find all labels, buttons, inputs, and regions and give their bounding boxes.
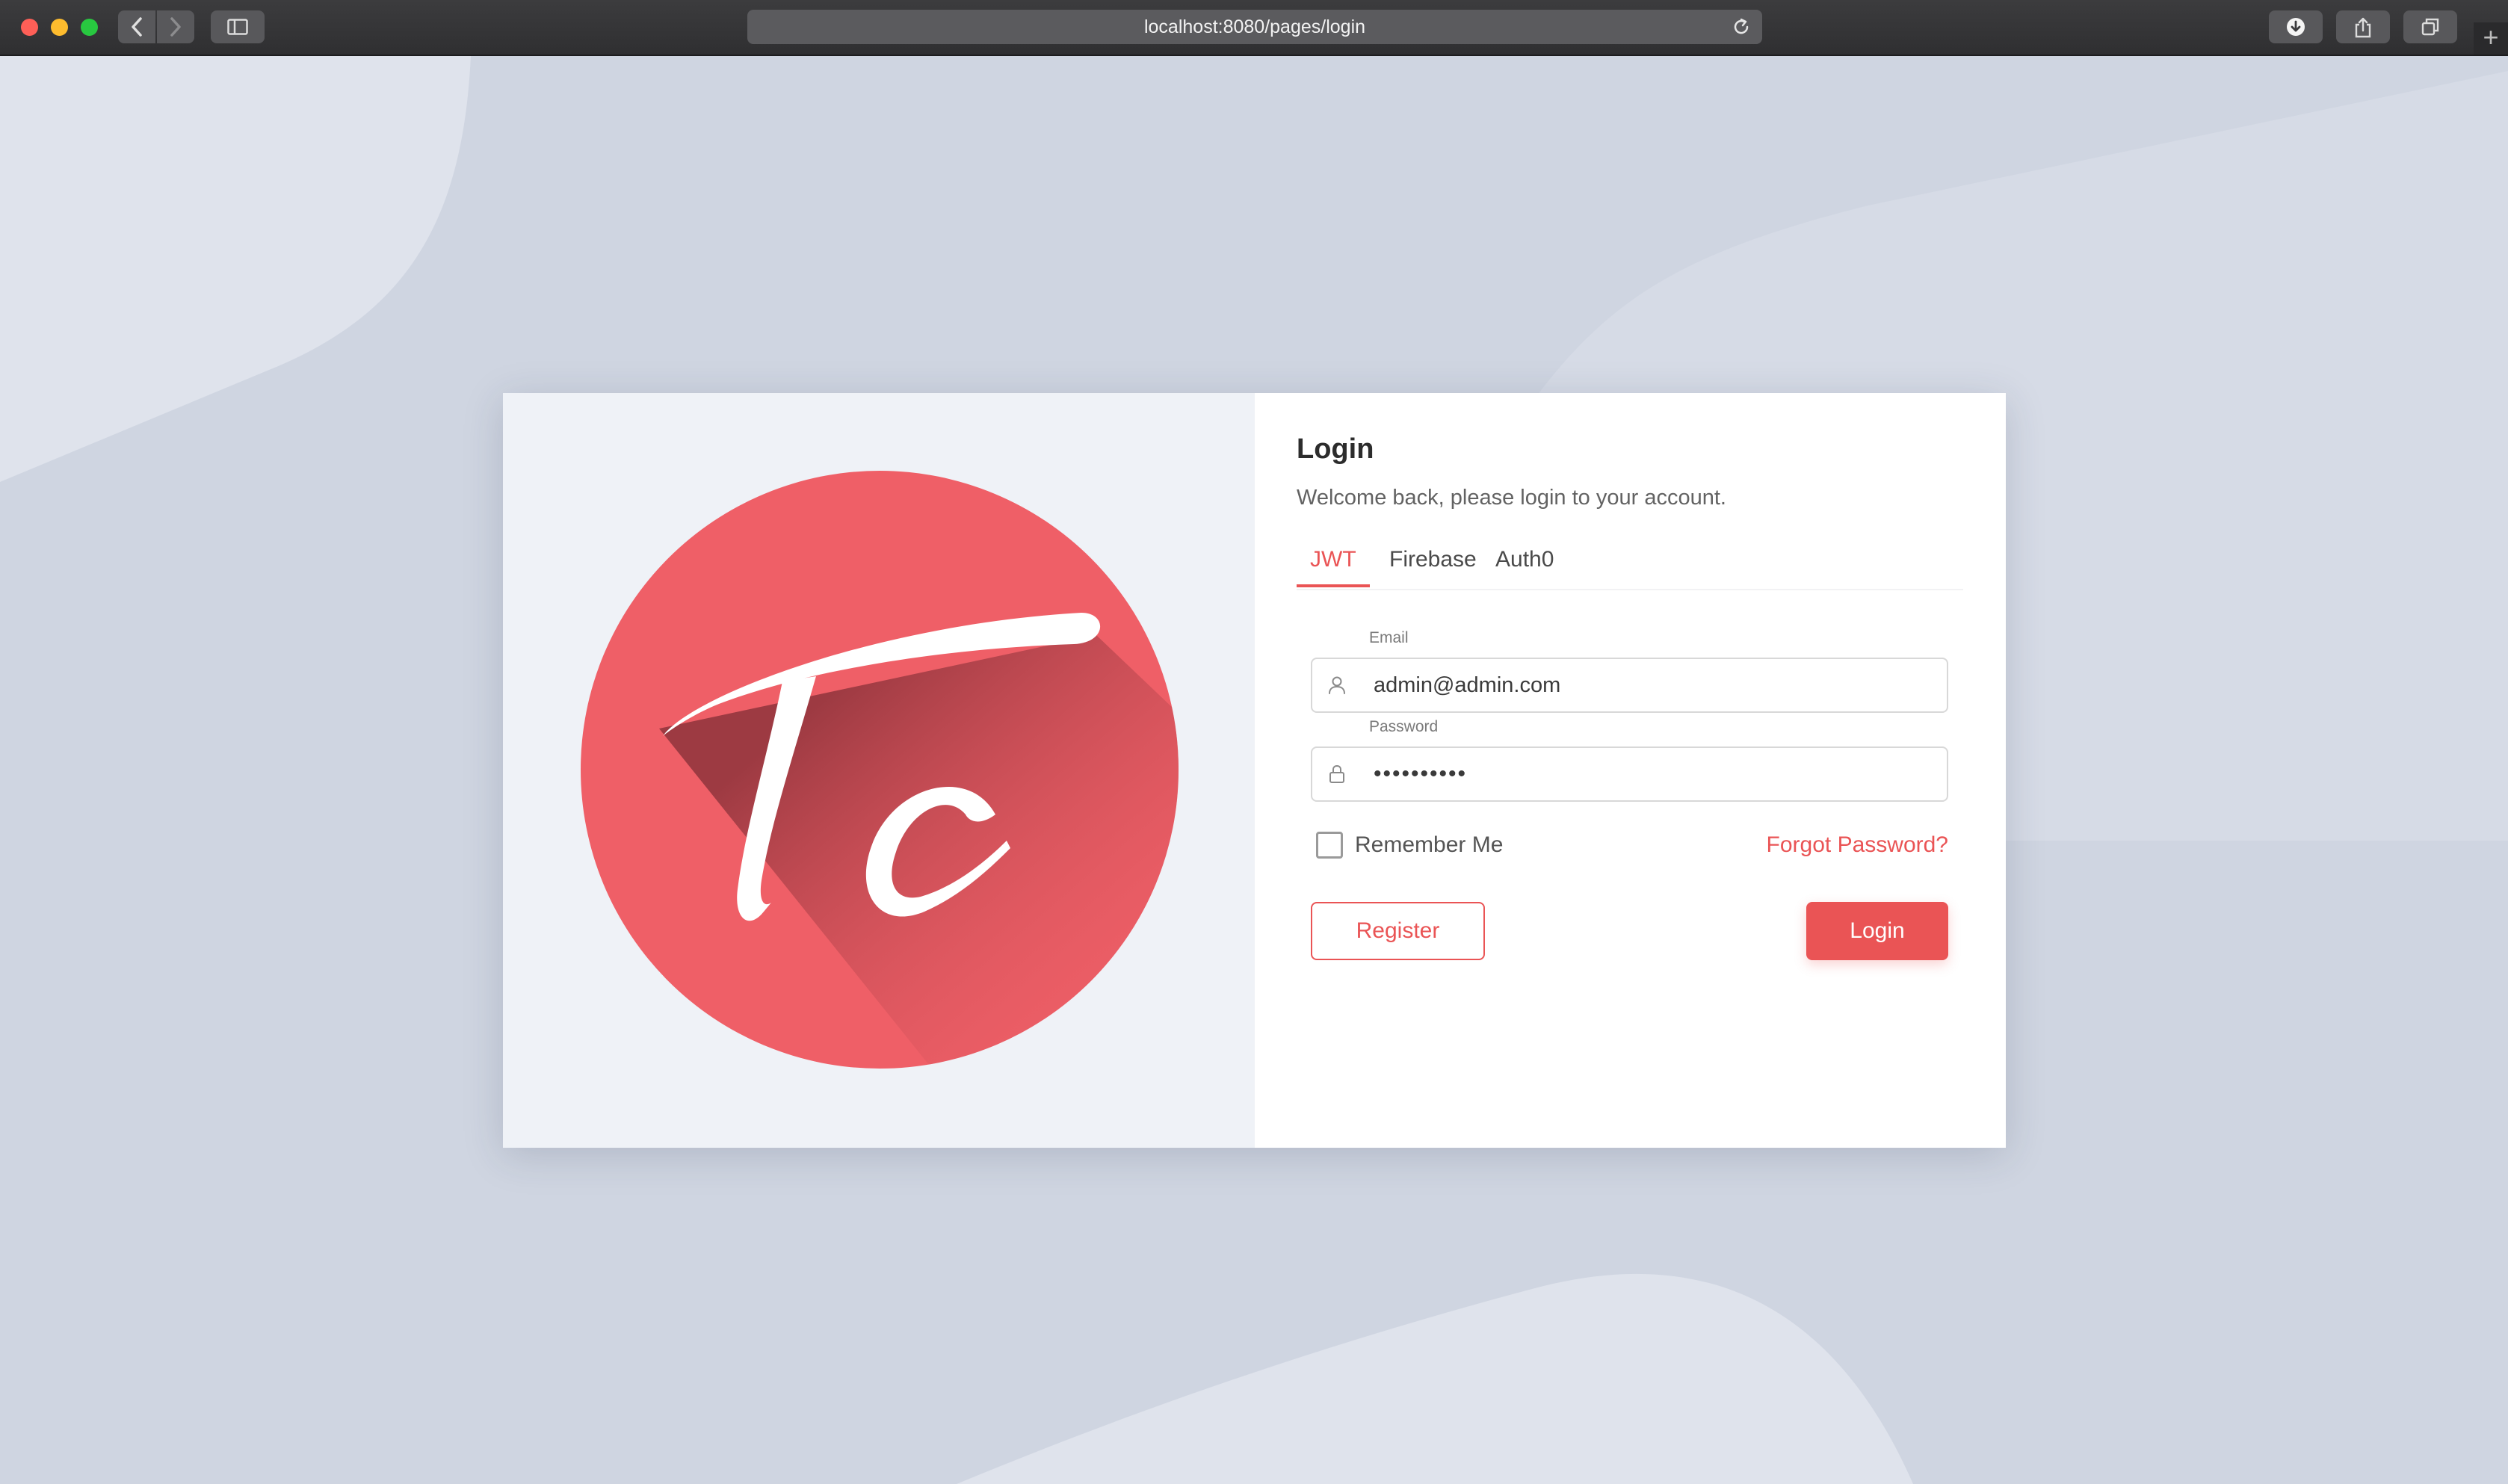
remember-me-label: Remember Me bbox=[1355, 832, 1504, 857]
password-field[interactable]: •••••••••• bbox=[1311, 746, 1948, 802]
login-button[interactable]: Login bbox=[1806, 902, 1948, 960]
email-value: admin@admin.com bbox=[1374, 673, 1561, 697]
register-button[interactable]: Register bbox=[1311, 902, 1485, 960]
back-button[interactable] bbox=[118, 10, 155, 43]
email-field[interactable]: admin@admin.com bbox=[1311, 658, 1948, 713]
sidebar-toggle-button[interactable] bbox=[211, 10, 265, 43]
password-value: •••••••••• bbox=[1374, 761, 1468, 786]
tc-logo bbox=[581, 471, 1179, 1069]
remember-me-checkbox[interactable] bbox=[1316, 832, 1343, 859]
reload-icon[interactable] bbox=[1731, 16, 1752, 37]
new-tab-button[interactable]: + bbox=[2474, 22, 2508, 55]
login-subtitle: Welcome back, please login to your accou… bbox=[1297, 486, 1726, 510]
close-window-button[interactable] bbox=[21, 19, 38, 36]
page-content: Login Welcome back, please login to your… bbox=[0, 56, 2508, 1484]
lock-icon bbox=[1329, 764, 1344, 783]
user-icon bbox=[1329, 676, 1345, 694]
password-label: Password bbox=[1369, 718, 1439, 735]
address-bar[interactable]: localhost:8080/pages/login bbox=[747, 10, 1762, 44]
login-title: Login bbox=[1297, 433, 1374, 465]
tabs-icon bbox=[2421, 18, 2439, 36]
url-text: localhost:8080/pages/login bbox=[1143, 16, 1366, 37]
tab-jwt[interactable]: JWT bbox=[1297, 547, 1370, 587]
downloads-button[interactable] bbox=[2269, 10, 2323, 43]
share-button[interactable] bbox=[2336, 10, 2390, 43]
login-card: Login Welcome back, please login to your… bbox=[503, 393, 2006, 1148]
maximize-window-button[interactable] bbox=[81, 19, 98, 36]
share-icon bbox=[2355, 17, 2371, 38]
email-label: Email bbox=[1369, 629, 1409, 646]
login-form-panel: Login Welcome back, please login to your… bbox=[1255, 393, 2006, 1148]
chevron-right-icon bbox=[170, 17, 181, 37]
sidebar-icon bbox=[227, 19, 248, 35]
minimize-window-button[interactable] bbox=[51, 19, 68, 36]
auth-tabs: JWT Firebase Auth0 bbox=[1297, 542, 1963, 590]
browser-toolbar: localhost:8080/pages/login + bbox=[0, 0, 2508, 56]
forgot-password-link[interactable]: Forgot Password? bbox=[1767, 830, 1948, 860]
tab-firebase[interactable]: Firebase bbox=[1376, 547, 1490, 587]
download-icon bbox=[2287, 18, 2305, 36]
chevron-left-icon bbox=[132, 17, 142, 37]
show-tabs-button[interactable] bbox=[2403, 10, 2457, 43]
brand-panel bbox=[503, 393, 1255, 1148]
tab-auth0[interactable]: Auth0 bbox=[1482, 547, 1567, 587]
forward-button[interactable] bbox=[157, 10, 194, 43]
